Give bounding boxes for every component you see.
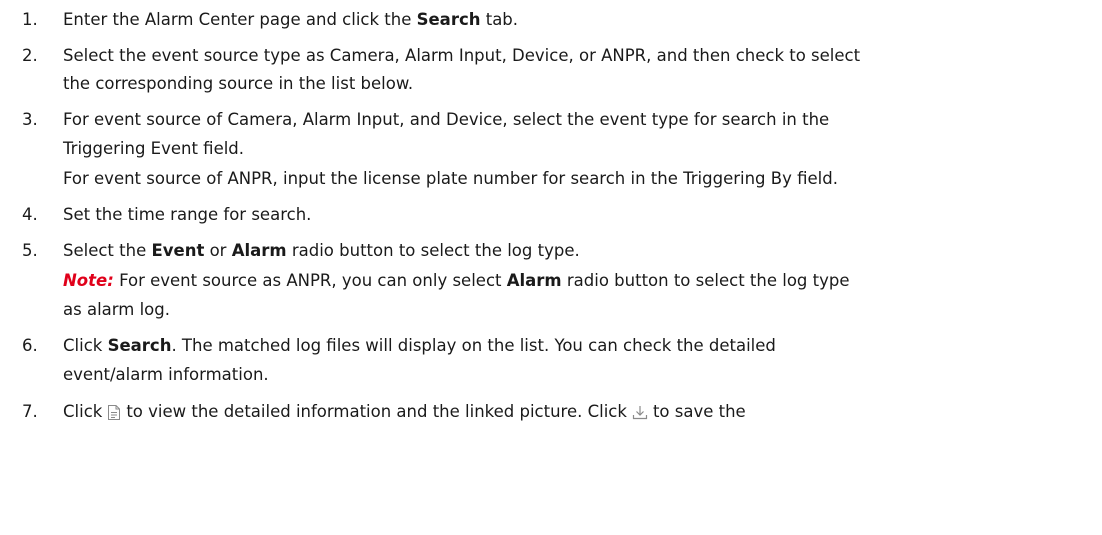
- step-text: Select the Event or Alarm radio button t…: [63, 238, 580, 264]
- step-text: Triggering Event field.: [63, 139, 245, 158]
- step-number: 7.: [22, 402, 38, 421]
- text-run: tab.: [480, 10, 519, 29]
- text-run: Select the: [63, 241, 152, 260]
- step-text: For event source of Camera, Alarm Input,…: [63, 110, 830, 129]
- step-number: 4.: [22, 205, 38, 224]
- text-run: to save the: [652, 402, 746, 421]
- text-run: Click: [63, 336, 108, 355]
- step-number: 5.: [22, 241, 38, 260]
- text-run: radio button to select the log type: [561, 271, 850, 290]
- step-text: Enter the Alarm Center page and click th…: [63, 7, 518, 33]
- note-text: as alarm log.: [63, 300, 170, 319]
- download-icon: [632, 404, 648, 421]
- document-icon: [107, 404, 121, 421]
- ui-term-search: Search: [107, 336, 172, 355]
- step-text: Click Search. The matched log files will…: [63, 333, 776, 359]
- step-number: 2.: [22, 46, 38, 65]
- step-number: 1.: [22, 10, 38, 29]
- text-run: . The matched log files will display on …: [171, 336, 776, 355]
- text-run: or: [204, 241, 232, 260]
- note-label: Note:: [63, 271, 114, 290]
- text-run: For event source as ANPR, you can only s…: [113, 271, 507, 290]
- step-text: event/alarm information.: [63, 365, 269, 384]
- text-run: to view the detailed information and the…: [126, 402, 627, 421]
- step-number: 6.: [22, 336, 38, 355]
- step-text: the corresponding source in the list bel…: [63, 74, 414, 93]
- text-run: radio button to select the log type.: [286, 241, 580, 260]
- ui-term-search: Search: [416, 10, 481, 29]
- step-text: Select the event source type as Camera, …: [63, 46, 861, 65]
- document-page: 1. Enter the Alarm Center page and click…: [0, 0, 1102, 535]
- ui-term-event: Event: [151, 241, 205, 260]
- step-text: Set the time range for search.: [63, 205, 312, 224]
- step-text: Click to view the detailed information an…: [63, 399, 746, 425]
- text-run: Click: [63, 402, 103, 421]
- ui-term-alarm: Alarm: [506, 271, 562, 290]
- note-text: Note: For event source as ANPR, you can …: [63, 268, 850, 294]
- text-run: Enter the Alarm Center page and click th…: [63, 10, 417, 29]
- ui-term-alarm: Alarm: [231, 241, 287, 260]
- step-number: 3.: [22, 110, 38, 129]
- step-text: For event source of ANPR, input the lice…: [63, 169, 838, 188]
